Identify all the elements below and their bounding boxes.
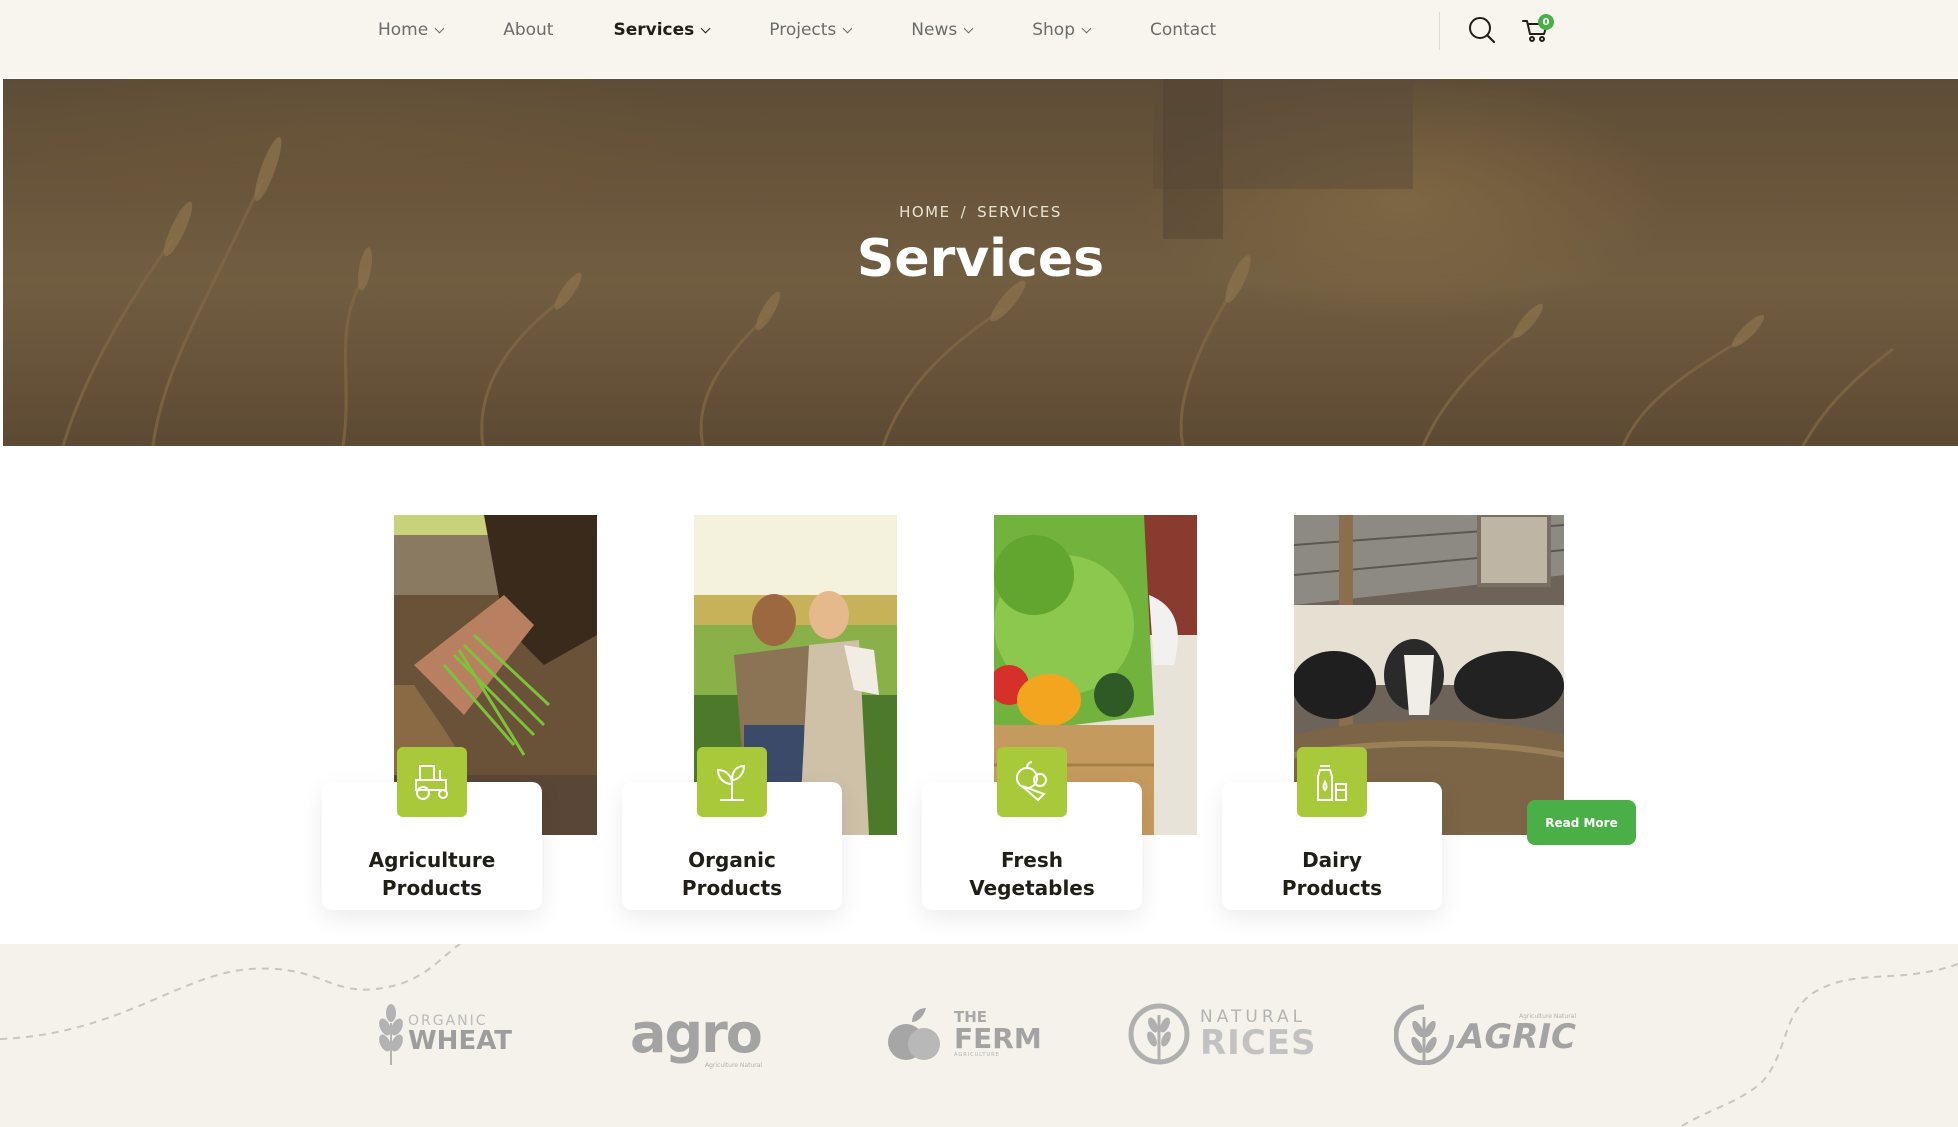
- brand-main-text: agro: [630, 1002, 763, 1065]
- brand-logo-organic-wheat[interactable]: ORGANIC WHEAT: [376, 999, 512, 1069]
- brand-logo-agro[interactable]: agro Agriculture Natural: [630, 999, 763, 1069]
- brand-main-text: FERM: [954, 1022, 1042, 1055]
- brand-logos-strip: ORGANIC WHEAT agro Agriculture Natural T…: [0, 944, 1958, 1127]
- nav-label: Services: [613, 20, 695, 40]
- nav-label: News: [911, 20, 958, 40]
- nav-item-news[interactable]: News: [911, 0, 974, 60]
- nav-item-home[interactable]: Home: [378, 0, 445, 60]
- breadcrumb: HOME / SERVICES: [3, 203, 1958, 221]
- brand-logo-agric[interactable]: Agriculture Natural AGRIC: [1394, 999, 1576, 1069]
- header-divider: [1439, 12, 1440, 50]
- nav-item-shop[interactable]: Shop: [1032, 0, 1092, 60]
- cart-count-badge: 0: [1538, 14, 1554, 30]
- nav-label: Home: [378, 20, 429, 40]
- chevron-down-icon: [434, 23, 445, 33]
- breadcrumb-current: SERVICES: [977, 203, 1062, 221]
- milk-icon: [1297, 747, 1367, 817]
- service-title-line: Organic: [688, 848, 776, 872]
- page-hero: HOME / SERVICES Services: [3, 79, 1958, 446]
- service-card-organic[interactable]: Organic Products: [622, 515, 897, 910]
- chevron-down-icon: [842, 23, 853, 33]
- service-card-dairy[interactable]: Dairy Products: [1222, 515, 1564, 910]
- service-card-agriculture[interactable]: Agriculture Products: [322, 515, 597, 910]
- brand-logo-natural-rices[interactable]: NATURAL RICES: [1126, 999, 1317, 1069]
- service-title[interactable]: Fresh Vegetables: [922, 846, 1142, 902]
- rice-icon: [1128, 1003, 1190, 1065]
- service-title[interactable]: Dairy Products: [1222, 846, 1442, 902]
- leaf-circle-icon: [1394, 1004, 1454, 1065]
- service-title[interactable]: Organic Products: [622, 846, 842, 902]
- site-header: Home About Services Projects News Shop C…: [0, 0, 1958, 78]
- vegetables-icon: [997, 747, 1067, 817]
- service-title-line: Agriculture: [368, 848, 496, 872]
- service-title-line: Products: [381, 876, 483, 900]
- breadcrumb-separator: /: [960, 203, 968, 221]
- chevron-down-icon: [700, 23, 711, 33]
- brand-main-text: RICES: [1200, 1022, 1317, 1063]
- brand-main-text: AGRIC: [1458, 1017, 1577, 1057]
- nav-label: About: [503, 20, 554, 40]
- sprout-icon: [697, 747, 767, 817]
- search-icon[interactable]: [1466, 14, 1498, 46]
- service-title-line: Products: [1281, 876, 1383, 900]
- chevron-down-icon: [963, 23, 974, 33]
- wheat-icon: [379, 1004, 403, 1065]
- tractor-icon: [397, 747, 467, 817]
- chevron-down-icon: [1081, 23, 1092, 33]
- nav-item-services[interactable]: Services: [613, 0, 711, 60]
- service-title-line: Products: [681, 876, 783, 900]
- service-title[interactable]: Agriculture Products: [322, 846, 542, 902]
- nav-item-contact[interactable]: Contact: [1150, 0, 1216, 60]
- fruit-icon: [888, 1008, 940, 1060]
- read-more-button[interactable]: Read More: [1527, 800, 1636, 845]
- nav-label: Projects: [769, 20, 837, 40]
- nav-label: Contact: [1150, 20, 1217, 40]
- main-nav: Home About Services Projects News Shop C…: [378, 0, 1216, 60]
- brand-main-text: WHEAT: [408, 1026, 513, 1056]
- torn-edge-divider: [0, 60, 1958, 67]
- service-title-line: Fresh: [1001, 848, 1063, 872]
- service-title-line: Vegetables: [969, 876, 1095, 900]
- page-title: Services: [856, 229, 1105, 289]
- brand-sub-text: Agriculture Natural: [705, 1062, 763, 1069]
- service-title-line: Dairy: [1302, 848, 1362, 872]
- service-card-vegetables[interactable]: Fresh Vegetables: [922, 515, 1197, 910]
- nav-item-about[interactable]: About: [503, 0, 553, 60]
- nav-label: Shop: [1032, 20, 1075, 40]
- brand-logo-the-ferm[interactable]: THE FERM AGRICULTURE: [886, 999, 1042, 1069]
- breadcrumb-home-link[interactable]: HOME: [899, 203, 951, 221]
- nav-item-projects[interactable]: Projects: [769, 0, 853, 60]
